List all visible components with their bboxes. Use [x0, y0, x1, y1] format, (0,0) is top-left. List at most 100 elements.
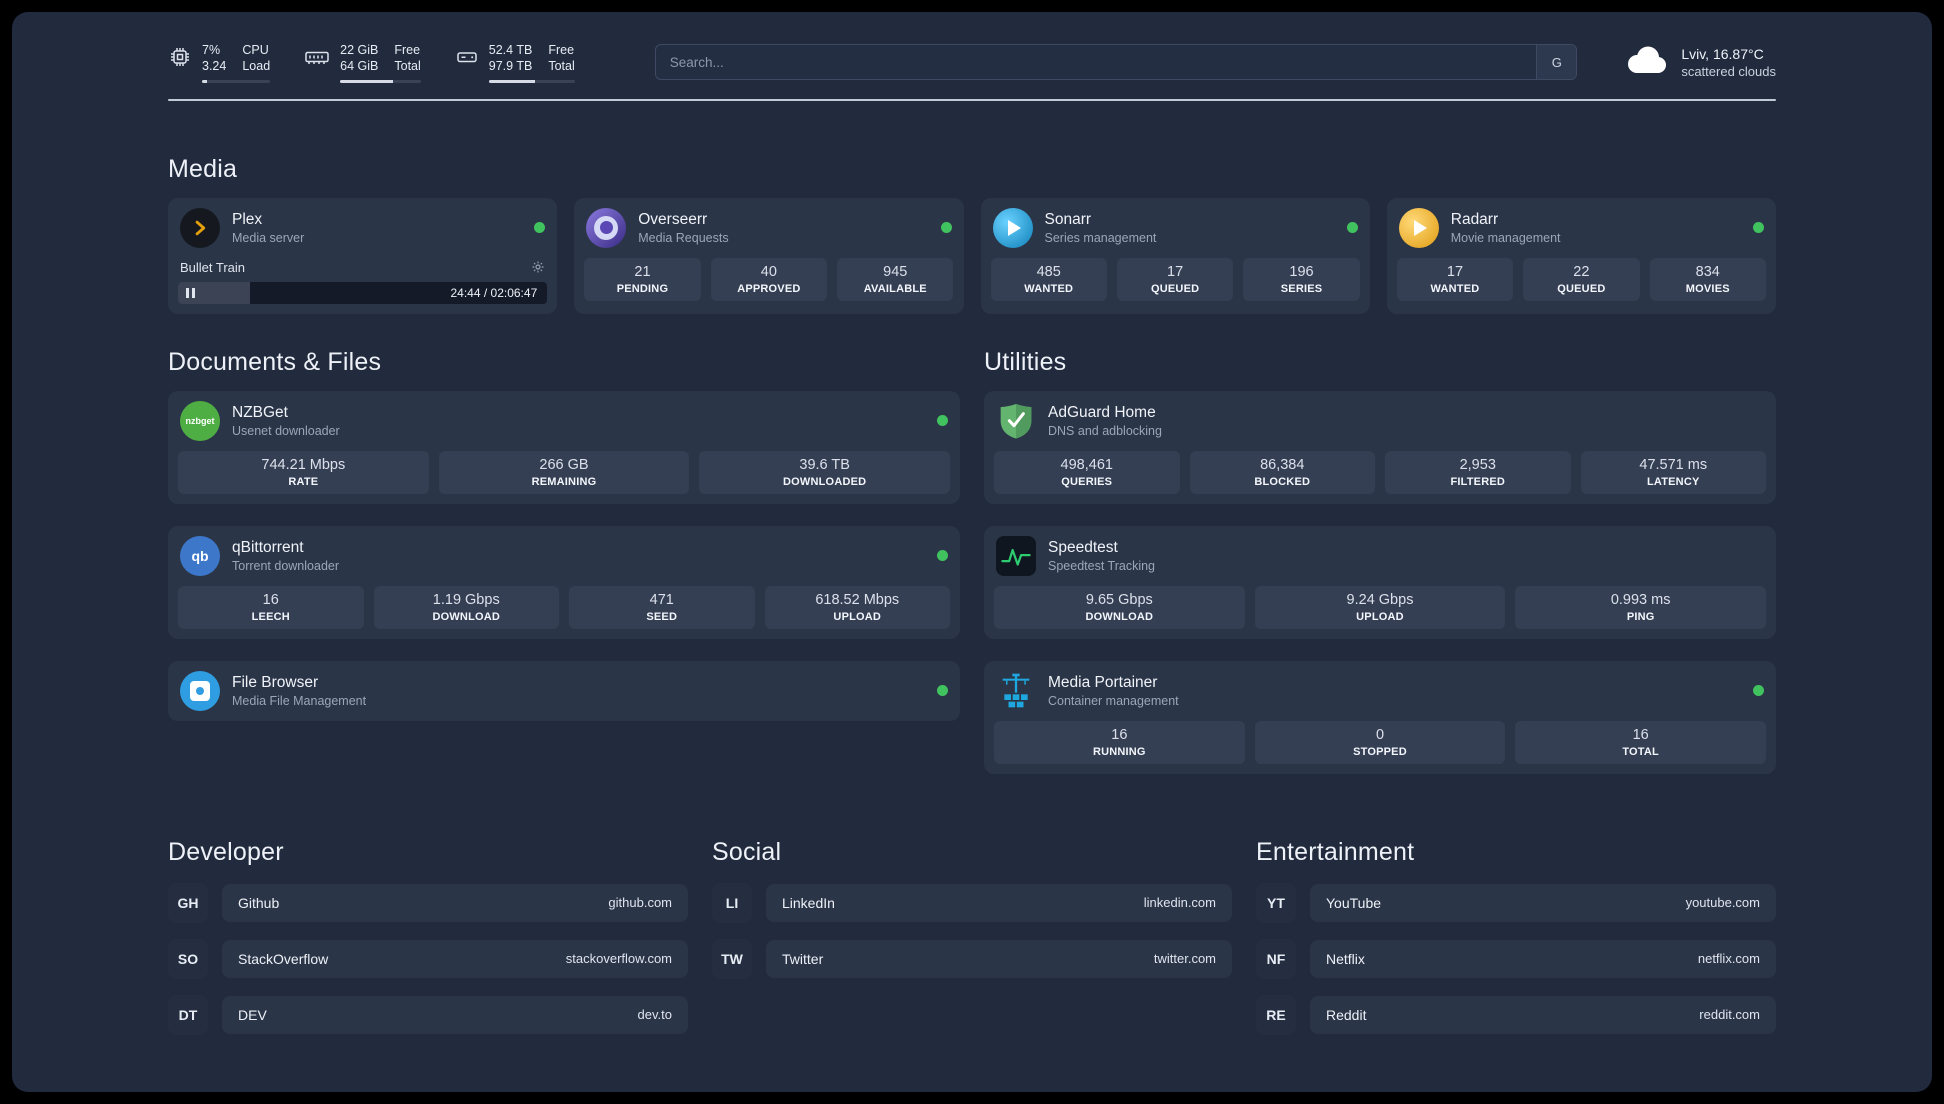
stat-leech: 16 LEECH — [178, 585, 364, 629]
link-dev[interactable]: DT DEV dev.to — [168, 994, 688, 1035]
app-subtitle: Media Requests — [638, 230, 729, 245]
stat-movies: 834 MOVIES — [1649, 257, 1766, 301]
stat-running: 16 RUNNING — [994, 720, 1245, 764]
stat-value: 16 — [1111, 726, 1128, 743]
link-domain: reddit.com — [1699, 1007, 1760, 1022]
stat-label: SEED — [646, 610, 678, 623]
cpu-progress-bar — [202, 79, 271, 83]
stat-value: 471 — [649, 591, 674, 608]
section-title-media: Media — [168, 154, 238, 183]
app-title: Sonarr — [1044, 210, 1092, 228]
app-card-nzbget[interactable]: nzbget NZBGet Usenet downloader 744.21 M… — [168, 390, 960, 504]
app-card-filebrowser[interactable]: File Browser Media File Management — [168, 660, 960, 721]
app-card-plex[interactable]: Plex Media server Bullet Train 24:44 / 0… — [168, 197, 558, 314]
app-card-radarr[interactable]: Radarr Movie management 17 WANTED 22 QUE… — [1386, 197, 1776, 314]
topbar-divider — [168, 98, 1776, 101]
link-abbr: YT — [1256, 882, 1296, 923]
stat-filtered: 2,953 FILTERED — [1385, 450, 1571, 494]
portainer-icon — [996, 671, 1036, 711]
gear-icon[interactable] — [531, 260, 545, 274]
stat-wanted: 17 WANTED — [1396, 257, 1514, 301]
disk-widget: 52.4 TB 97.9 TB Free Total — [455, 42, 575, 83]
link-github[interactable]: GH Github github.com — [168, 882, 688, 923]
link-reddit[interactable]: RE Reddit reddit.com — [1256, 994, 1776, 1035]
ram-value-bottom: 64 GiB — [340, 59, 379, 74]
link-domain: stackoverflow.com — [565, 951, 672, 966]
app-subtitle: DNS and adblocking — [1048, 423, 1162, 438]
stat-value: 40 — [760, 263, 777, 280]
disk-icon — [455, 45, 479, 69]
section-media: Media Plex Media server Bullet Train 24:… — [168, 155, 1776, 314]
search-provider-button[interactable]: G — [1536, 45, 1577, 80]
stat-value: 618.52 Mbps — [815, 591, 900, 608]
stat-value: 16 — [262, 591, 279, 608]
stat-value: 0.993 ms — [1610, 591, 1671, 608]
stat-queued: 22 QUEUED — [1523, 257, 1640, 301]
status-dot — [1753, 685, 1764, 696]
link-name: Github — [238, 894, 280, 911]
link-youtube[interactable]: YT YouTube youtube.com — [1256, 882, 1776, 923]
stat-value: 9.24 Gbps — [1346, 591, 1414, 608]
stat-download: 1.19 Gbps DOWNLOAD — [373, 585, 559, 629]
stat-value: 834 — [1695, 263, 1720, 280]
app-subtitle: Movie management — [1450, 230, 1561, 245]
weather-widget: Lviv, 16.87°C scattered clouds — [1623, 44, 1776, 81]
weather-location: Lviv, 16.87°C — [1681, 45, 1764, 62]
stat-label: AVAILABLE — [863, 282, 927, 295]
app-card-portainer[interactable]: Media Portainer Container management 16 … — [984, 660, 1776, 774]
stat-value: 266 GB — [539, 456, 589, 473]
stat-label: PENDING — [616, 282, 669, 295]
search-input[interactable] — [655, 54, 1537, 70]
app-title: NZBGet — [232, 403, 288, 421]
link-domain: netflix.com — [1697, 951, 1760, 966]
section-documents: Documents & Files nzbget NZBGet Usenet d… — [168, 348, 960, 774]
section-title-utilities: Utilities — [984, 347, 1067, 376]
app-subtitle: Media server — [232, 230, 305, 245]
app-card-speedtest[interactable]: Speedtest Speedtest Tracking 9.65 Gbps D… — [984, 525, 1776, 639]
filebrowser-icon — [180, 670, 220, 711]
pause-button[interactable] — [186, 287, 195, 298]
link-linkedin[interactable]: LI LinkedIn linkedin.com — [712, 882, 1232, 923]
stat-label: QUEUED — [1150, 282, 1200, 295]
plex-icon — [180, 207, 220, 248]
cpu-label-bottom: Load — [242, 59, 271, 74]
stat-rate: 744.21 Mbps RATE — [178, 450, 429, 494]
app-card-qbittorrent[interactable]: qb qBittorrent Torrent downloader 16 LEE… — [168, 525, 960, 639]
link-stackoverflow[interactable]: SO StackOverflow stackoverflow.com — [168, 938, 688, 979]
app-title: Media Portainer — [1048, 673, 1158, 691]
stat-available: 945 AVAILABLE — [837, 257, 954, 301]
app-title: Plex — [232, 210, 263, 228]
playback-time: 24:44 / 02:06:47 — [450, 285, 538, 300]
disk-progress-bar — [488, 79, 575, 83]
section-developer: Developer GH Github github.com SO StackO… — [168, 838, 688, 1051]
stat-value: 17 — [1167, 263, 1184, 280]
weather-condition: scattered clouds — [1681, 63, 1776, 79]
status-dot — [940, 222, 952, 233]
ram-label-top: Free — [394, 43, 421, 57]
link-name: Netflix — [1326, 950, 1365, 967]
stat-label: LATENCY — [1646, 475, 1700, 488]
stat-value: 485 — [1036, 263, 1061, 280]
link-netflix[interactable]: NF Netflix netflix.com — [1256, 938, 1776, 979]
app-card-adguard[interactable]: AdGuard Home DNS and adblocking 498,461 … — [984, 390, 1776, 504]
link-abbr: SO — [168, 938, 208, 979]
section-social: Social LI LinkedIn linkedin.com TW Twitt… — [712, 838, 1232, 1051]
stat-value: 22 — [1573, 263, 1590, 280]
plex-now-playing: Bullet Train 24:44 / 02:06:47 — [168, 258, 557, 314]
app-card-overseerr[interactable]: Overseerr Media Requests 21 PENDING 40 A… — [574, 197, 964, 314]
stat-label: RATE — [288, 475, 319, 488]
link-twitter[interactable]: TW Twitter twitter.com — [712, 938, 1232, 979]
stat-approved: 40 APPROVED — [710, 257, 828, 301]
search-bar: G — [654, 44, 1578, 81]
disk-value-top: 52.4 TB — [488, 43, 533, 57]
section-title-documents: Documents & Files — [168, 347, 382, 376]
section-entertainment: Entertainment YT YouTube youtube.com NF … — [1256, 838, 1776, 1051]
stat-label: QUERIES — [1061, 475, 1113, 488]
disk-value-bottom: 97.9 TB — [488, 59, 533, 74]
ram-label-bottom: Total — [394, 59, 421, 74]
sonarr-icon — [992, 207, 1033, 248]
link-name: Reddit — [1326, 1006, 1367, 1023]
stat-value: 39.6 TB — [799, 456, 850, 473]
cloud-icon — [1623, 44, 1669, 81]
app-card-sonarr[interactable]: Sonarr Series management 485 WANTED 17 Q… — [980, 197, 1370, 314]
